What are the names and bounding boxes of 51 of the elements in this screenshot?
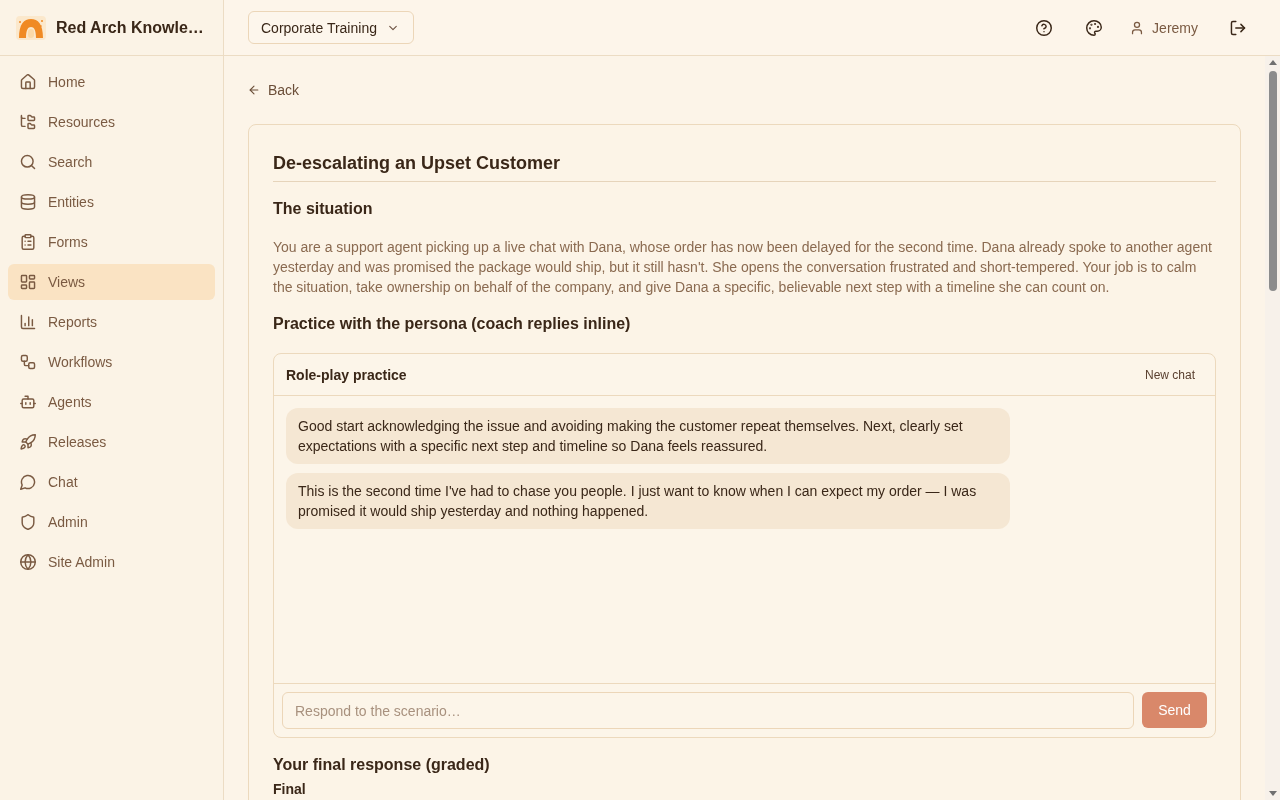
logout-icon [1230,19,1246,36]
workflow-icon [20,354,36,370]
workspace-dropdown[interactable]: Corporate Training [248,11,414,44]
user-icon [1130,20,1145,35]
sidebar-item[interactable]: Workflows [8,344,215,380]
sidebar-item[interactable]: Releases [8,424,215,460]
scrollbar[interactable] [1265,56,1280,800]
sidebar-item[interactable]: Home [8,64,215,100]
database-icon [20,194,36,210]
user-menu-button[interactable]: Jeremy [1122,11,1206,44]
field-label: Final [273,781,307,797]
sidebar-item[interactable]: Chat [8,464,215,500]
search-icon [20,154,36,170]
shield-icon [20,514,36,530]
sidebar-item[interactable]: Search [8,144,215,180]
section-heading: Practice with the persona (coach replies inline) [273,314,632,334]
sidebar-item[interactable]: Reports [8,304,215,340]
chat-message: This is the second time I've had to chase you people. I just want to know when I can expect my order — I was promised it would ship yesterday and nothing happened. [286,473,1011,529]
new-chat-button[interactable]: New chat [1136,363,1203,386]
folder-tree-icon [20,114,36,130]
robot-icon [20,394,36,410]
section-heading: The situation [273,199,374,219]
globe-icon [20,554,36,570]
speech-bubble-icon [20,474,36,490]
sidebar-item[interactable]: Forms [8,224,215,260]
scenario-title: De-escalating an Upset Customer [273,149,1216,182]
palette-icon [1086,19,1103,36]
scroll-up-icon[interactable] [1268,60,1277,65]
back-link[interactable]: Back [248,80,300,100]
scroll-down-icon[interactable] [1268,791,1277,796]
sidebar-item[interactable]: Entities [8,184,215,220]
help-icon [1036,19,1053,36]
scrollbar-thumb[interactable] [1268,71,1277,291]
arrow-left-icon [248,84,260,96]
arch-logo-icon [16,15,46,40]
section-heading: Your final response (graded) [273,755,491,775]
sidebar-item[interactable]: Agents [8,384,215,420]
situation-text: You are a support agent picking up a live chat with Dana, whose order has now been delayed for the second time. Dana already spoke to another agent yesterday and was promised the package would ship, but it still hasn't. She opens the conversation frustrated and short-tempered. Your job is to calm the situation, take ownership on behalf of the company, and give Dana a specific, believable next step with a timeline she can count on. [273,238,1213,297]
sidebar-item[interactable]: Views [8,264,215,300]
chat-title: Role-play practice [286,366,407,383]
grid-icon [20,274,36,290]
sidebar-item[interactable]: Site Admin [8,544,215,580]
response-input[interactable]: Respond to the scenario… [282,692,1134,729]
app-title: Red Arch Knowle… [56,18,204,37]
sidebar-item[interactable]: Admin [8,504,215,540]
rocket-icon [20,434,36,450]
clipboard-icon [20,234,36,250]
house-icon [20,74,36,90]
bar-chart-icon [20,314,36,330]
sidebar-item[interactable]: Resources [8,104,215,140]
chat-message: Good start acknowledging the issue and avoiding making the customer repeat themselves. Next, clearly set expectations with a specific next step and timeline so Dana feels reassured. [286,408,1011,464]
